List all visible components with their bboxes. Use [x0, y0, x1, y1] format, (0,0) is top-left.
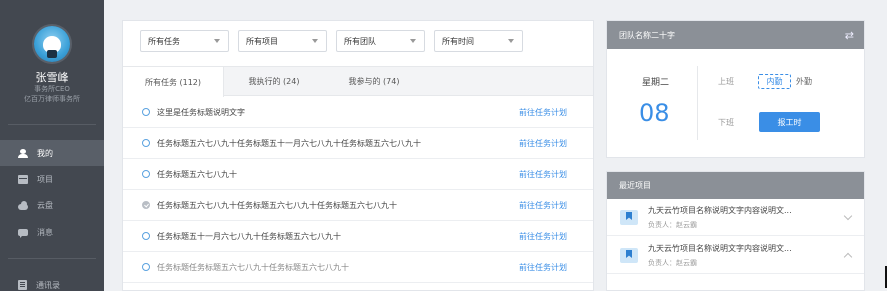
sidebar-item-messages[interactable]: 消息 [0, 219, 104, 245]
field-work-button[interactable]: 外勤 [793, 74, 815, 89]
select-value: 所有任务 [148, 36, 180, 46]
task-row[interactable]: 任务标题五六七八九十任务标题五十一月六七八九十任务标题五六七八九十 前往任务计划 [123, 128, 593, 159]
off-duty-label: 下班 [718, 118, 734, 127]
team-header: 团队名称二十字 ⇄ [607, 21, 864, 49]
sidebar-item-label: 我的 [37, 148, 53, 158]
goto-task-plan-link[interactable]: 前往任务计划 [519, 138, 567, 149]
task-panel: 所有任务 所有项目 所有团队 所有时间 所有任务 (112) 我执行的 (24)… [122, 20, 594, 291]
task-row[interactable]: 任务标题五六七八九十任务标题五六七八九十任务标题五六七八九十 前往任务计划 [123, 190, 593, 221]
sidebar-item-mine[interactable]: 我的 [0, 140, 104, 166]
app-root: 张雪峰 事务所CEO 亿百万律师事务所 我的 项目 云盘 消息 通讯录 所有任务… [0, 0, 887, 291]
sidebar-item-label: 消息 [37, 227, 53, 237]
task-row[interactable]: 任务标题五六七八九十 前往任务计划 [123, 159, 593, 190]
on-duty-label: 上班 [718, 77, 734, 86]
sidebar-divider [8, 124, 96, 125]
user-title: 事务所CEO [34, 85, 70, 93]
team-attendance-card: 团队名称二十字 ⇄ 星期二 08 上班 内勤 外勤 下班 报工时 [606, 20, 865, 158]
sidebar-item-projects[interactable]: 项目 [0, 166, 104, 192]
task-title: 任务标题五六七八九十任务标题五六七八九十任务标题五六七八九十 [157, 200, 397, 210]
message-icon [18, 228, 28, 238]
tab-assigned-to-me[interactable]: 我执行的 (24) [224, 67, 324, 96]
project-owner: 负责人：赵云霸 [648, 221, 697, 229]
person-icon [18, 148, 28, 158]
recent-projects-title: 最近项目 [607, 172, 864, 199]
sidebar-item-label: 通讯录 [36, 280, 60, 290]
task-status-icon[interactable] [142, 170, 150, 178]
task-title: 任务标题五十一月六七八九十任务标题五六七八九十 [157, 231, 341, 241]
task-title: 这里是任务标题说明文字 [157, 107, 245, 117]
goto-task-plan-link[interactable]: 前往任务计划 [519, 107, 567, 118]
weekday-label: 星期二 [642, 78, 670, 88]
goto-task-plan-link[interactable]: 前往任务计划 [519, 262, 567, 273]
user-company: 亿百万律师事务所 [24, 95, 80, 103]
avatar[interactable] [34, 26, 70, 62]
recent-projects-card: 最近项目 九天云竹项目名称说明文字内容说明文... 负责人：赵云霸 九天云竹项目… [606, 171, 865, 291]
select-value: 所有时间 [442, 36, 474, 46]
office-work-button[interactable]: 内勤 [758, 74, 791, 89]
task-row[interactable]: 任务标题五十一月六七八九十任务标题五六七八九十 前往任务计划 [123, 221, 593, 252]
filter-project-select[interactable]: 所有项目 [238, 30, 327, 52]
bookmark-icon [620, 210, 638, 225]
sidebar-item-label: 云盘 [37, 200, 53, 210]
task-tabs: 所有任务 (112) 我执行的 (24) 我参与的 (74) [123, 66, 593, 97]
table-icon [18, 174, 28, 184]
task-done-icon[interactable] [142, 201, 150, 209]
report-hours-button[interactable]: 报工时 [759, 112, 820, 132]
sidebar-item-cloud[interactable]: 云盘 [0, 192, 104, 218]
task-status-icon[interactable] [142, 263, 150, 271]
task-status-icon[interactable] [142, 108, 150, 116]
task-title: 任务标题任务标题五六七八九十任务标题五六七八九十 [157, 262, 349, 272]
user-name: 张雪峰 [35, 71, 69, 84]
project-title: 九天云竹项目名称说明文字内容说明文... [648, 244, 792, 253]
select-value: 所有团队 [344, 36, 376, 46]
swap-icon[interactable]: ⇄ [845, 29, 854, 42]
filter-team-select[interactable]: 所有团队 [336, 30, 425, 52]
bookmark-icon [620, 248, 638, 263]
day-number: 08 [639, 99, 670, 127]
goto-task-plan-link[interactable]: 前往任务计划 [519, 231, 567, 242]
task-status-icon[interactable] [142, 139, 150, 147]
divider [697, 66, 698, 140]
caret-down-icon [214, 39, 220, 43]
project-item[interactable]: 九天云竹项目名称说明文字内容说明文... 负责人：赵云霸 [607, 199, 864, 236]
goto-task-plan-link[interactable]: 前往任务计划 [519, 169, 567, 180]
chevron-down-icon[interactable] [843, 211, 853, 221]
caret-down-icon [410, 39, 416, 43]
sidebar-divider [8, 258, 96, 259]
task-row[interactable]: 这里是任务标题说明文字 前往任务计划 [123, 97, 593, 128]
chevron-up-icon[interactable] [843, 252, 853, 262]
caret-down-icon [312, 39, 318, 43]
select-value: 所有项目 [246, 36, 278, 46]
sidebar-item-label: 项目 [37, 174, 53, 184]
cloud-icon [18, 200, 28, 210]
task-title: 任务标题五六七八九十 [157, 169, 237, 179]
goto-task-plan-link[interactable]: 前往任务计划 [519, 200, 567, 211]
contacts-icon [18, 280, 27, 290]
filter-time-select[interactable]: 所有时间 [434, 30, 523, 52]
caret-down-icon [508, 39, 514, 43]
filter-task-select[interactable]: 所有任务 [140, 30, 229, 52]
task-row[interactable]: 任务标题任务标题五六七八九十任务标题五六七八九十 前往任务计划 [123, 252, 593, 283]
filter-bar: 所有任务 所有项目 所有团队 所有时间 [140, 30, 523, 52]
tab-all-tasks[interactable]: 所有任务 (112) [123, 67, 224, 97]
project-item[interactable]: 九天云竹项目名称说明文字内容说明文... 负责人：赵云霸 [607, 237, 864, 274]
tab-participating[interactable]: 我参与的 (74) [324, 67, 424, 96]
sidebar-item-contacts[interactable]: 通讯录 [0, 272, 104, 291]
sidebar: 张雪峰 事务所CEO 亿百万律师事务所 我的 项目 云盘 消息 通讯录 [0, 0, 104, 291]
task-title: 任务标题五六七八九十任务标题五十一月六七八九十任务标题五六七八九十 [157, 138, 421, 148]
team-name: 团队名称二十字 [619, 30, 675, 40]
project-title: 九天云竹项目名称说明文字内容说明文... [648, 206, 792, 215]
task-status-icon[interactable] [142, 232, 150, 240]
project-owner: 负责人：赵云霸 [648, 259, 697, 267]
